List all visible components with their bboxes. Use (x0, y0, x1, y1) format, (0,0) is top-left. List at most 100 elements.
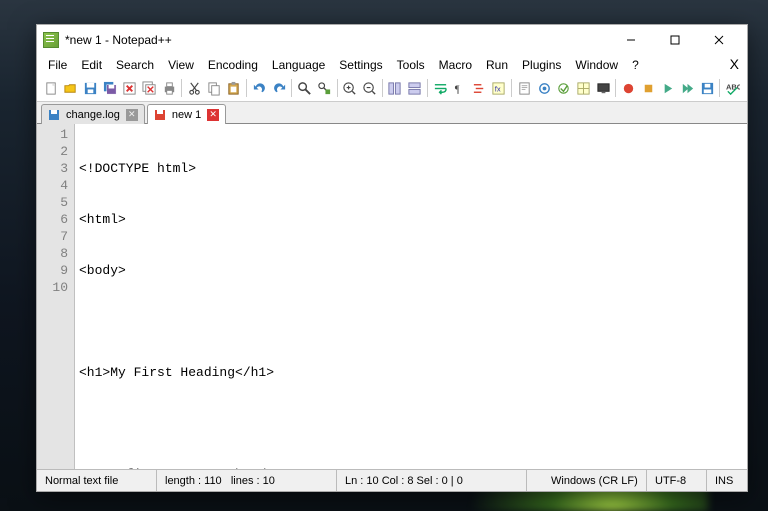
code-line[interactable]: <h1>My First Heading</h1> (79, 364, 743, 381)
line-number[interactable]: 1 (39, 126, 68, 143)
new-file-icon[interactable] (42, 78, 61, 98)
show-all-chars-icon[interactable]: ¶ (450, 78, 469, 98)
menubar: File Edit Search View Encoding Language … (37, 55, 747, 75)
doc-list-icon[interactable] (535, 78, 554, 98)
save-all-icon[interactable] (101, 78, 120, 98)
line-number[interactable]: 6 (39, 211, 68, 228)
line-number[interactable]: 4 (39, 177, 68, 194)
undo-icon[interactable] (250, 78, 269, 98)
code-line[interactable]: <html> (79, 211, 743, 228)
line-number-gutter[interactable]: 1 2 3 4 5 6 7 8 9 10 (37, 124, 75, 469)
separator (246, 79, 247, 97)
file-dirty-icon (154, 109, 166, 121)
open-file-icon[interactable] (62, 78, 81, 98)
line-number[interactable]: 7 (39, 228, 68, 245)
app-window: *new 1 - Notepad++ File Edit Search View… (36, 24, 748, 492)
menu-settings[interactable]: Settings (332, 56, 389, 74)
window-controls (609, 26, 741, 54)
close-button[interactable] (697, 26, 741, 54)
status-insert-mode[interactable]: INS (707, 470, 747, 491)
menu-view[interactable]: View (161, 56, 201, 74)
redo-icon[interactable] (270, 78, 289, 98)
code-line[interactable] (79, 313, 743, 330)
code-line[interactable]: <!DOCTYPE html> (79, 160, 743, 177)
menu-window[interactable]: Window (568, 56, 625, 74)
sync-h-icon[interactable] (405, 78, 424, 98)
separator (615, 79, 616, 97)
stop-macro-icon[interactable] (639, 78, 658, 98)
wordwrap-icon[interactable] (431, 78, 450, 98)
separator (719, 79, 720, 97)
zoom-out-icon[interactable] (360, 78, 379, 98)
tab-label: new 1 (170, 109, 203, 121)
menu-language[interactable]: Language (265, 56, 332, 74)
cut-icon[interactable] (185, 78, 204, 98)
menu-run[interactable]: Run (479, 56, 515, 74)
toolbar: ¶ fx ABC (37, 75, 747, 102)
line-number[interactable]: 5 (39, 194, 68, 211)
editor: 1 2 3 4 5 6 7 8 9 10 <!DOCTYPE html> <ht… (37, 124, 747, 469)
separator (382, 79, 383, 97)
line-number[interactable]: 10 (39, 279, 68, 296)
separator (511, 79, 512, 97)
app-icon (43, 32, 59, 48)
status-filetype: Normal text file (37, 470, 157, 491)
line-number[interactable]: 3 (39, 160, 68, 177)
close-file-icon[interactable] (121, 78, 140, 98)
tab-mdi-close-icon[interactable]: X (730, 56, 739, 72)
save-macro-icon[interactable] (698, 78, 717, 98)
file-saved-icon (48, 109, 60, 121)
line-number[interactable]: 9 (39, 262, 68, 279)
menu-macro[interactable]: Macro (432, 56, 479, 74)
func-list-icon[interactable] (554, 78, 573, 98)
menu-tools[interactable]: Tools (390, 56, 432, 74)
menu-help[interactable]: ? (625, 56, 646, 74)
svg-text:fx: fx (495, 84, 501, 93)
zoom-in-icon[interactable] (340, 78, 359, 98)
monitor-icon[interactable] (594, 78, 613, 98)
menu-search[interactable]: Search (109, 56, 161, 74)
separator (427, 79, 428, 97)
tab-close-icon[interactable]: ✕ (207, 109, 219, 121)
paste-icon[interactable] (225, 78, 244, 98)
status-eol[interactable]: Windows (CR LF) (543, 470, 647, 491)
status-encoding[interactable]: UTF-8 (647, 470, 707, 491)
find-icon[interactable] (295, 78, 314, 98)
status-position: Ln : 10 Col : 8 Sel : 0 | 0 (337, 470, 527, 491)
save-icon[interactable] (81, 78, 100, 98)
play-multi-icon[interactable] (678, 78, 697, 98)
menu-edit[interactable]: Edit (74, 56, 109, 74)
code-line[interactable]: <p>My first paragraph.</p> (79, 466, 743, 469)
code-area[interactable]: <!DOCTYPE html> <html> <body> <h1>My Fir… (75, 124, 747, 469)
statusbar: Normal text file length : 110 lines : 10… (37, 469, 747, 491)
tab-new-1[interactable]: new 1 ✕ (147, 104, 226, 124)
folder-panel-icon[interactable] (574, 78, 593, 98)
doc-map-icon[interactable] (515, 78, 534, 98)
menu-file[interactable]: File (41, 56, 74, 74)
maximize-button[interactable] (653, 26, 697, 54)
menu-encoding[interactable]: Encoding (201, 56, 265, 74)
indent-guide-icon[interactable] (470, 78, 489, 98)
minimize-button[interactable] (609, 26, 653, 54)
replace-icon[interactable] (315, 78, 334, 98)
line-number[interactable]: 2 (39, 143, 68, 160)
tab-bar: change.log ✕ new 1 ✕ (37, 102, 747, 124)
code-line[interactable]: <body> (79, 262, 743, 279)
print-icon[interactable] (160, 78, 179, 98)
separator (181, 79, 182, 97)
code-line[interactable] (79, 415, 743, 432)
sync-v-icon[interactable] (386, 78, 405, 98)
separator (337, 79, 338, 97)
lang-icon[interactable]: fx (490, 78, 509, 98)
titlebar[interactable]: *new 1 - Notepad++ (37, 25, 747, 55)
line-number[interactable]: 8 (39, 245, 68, 262)
menu-plugins[interactable]: Plugins (515, 56, 568, 74)
play-macro-icon[interactable] (659, 78, 678, 98)
copy-icon[interactable] (205, 78, 224, 98)
tab-close-icon[interactable]: ✕ (126, 109, 138, 121)
record-macro-icon[interactable] (619, 78, 638, 98)
close-all-icon[interactable] (140, 78, 159, 98)
spellcheck-icon[interactable]: ABC (723, 78, 742, 98)
svg-text:¶: ¶ (455, 84, 460, 95)
tab-change-log[interactable]: change.log ✕ (41, 104, 145, 124)
